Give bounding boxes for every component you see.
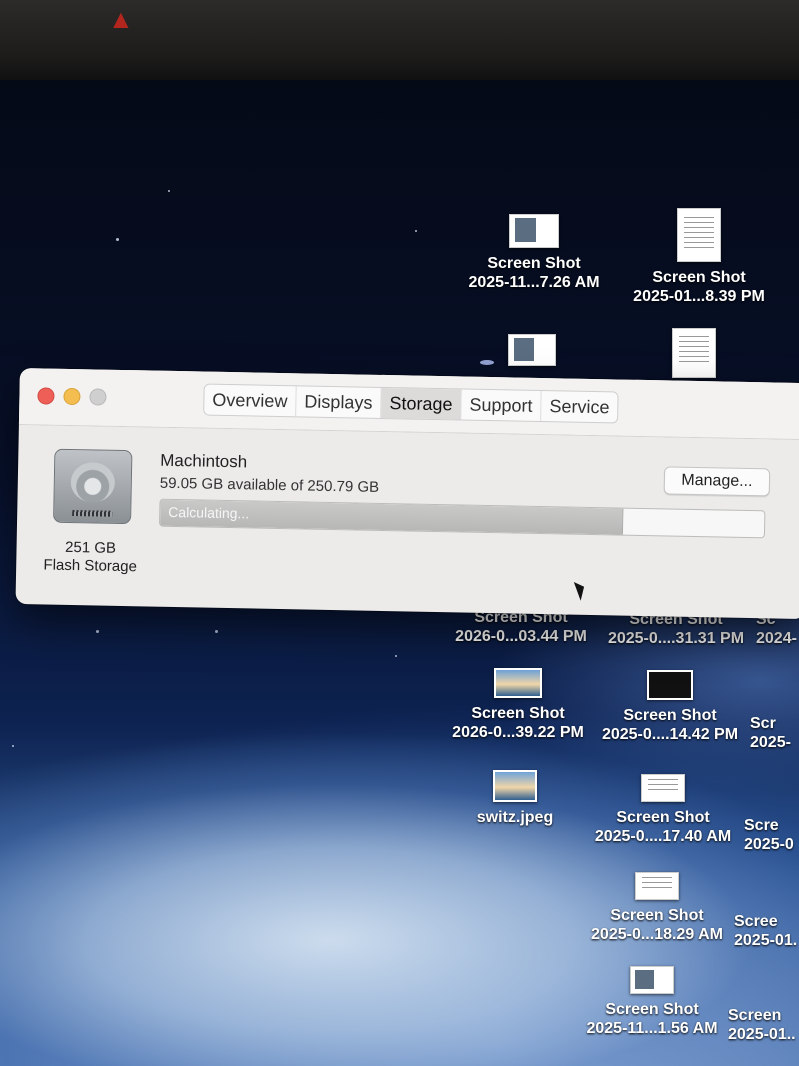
- icon-date: 2026-0...03.44 PM: [455, 628, 587, 645]
- star: [215, 630, 218, 633]
- monitor-bezel: ▲: [0, 0, 799, 80]
- icon-date: 2026-0...39.22 PM: [452, 724, 584, 741]
- screenshot-thumbnail-icon: [509, 214, 559, 248]
- storage-usage-bar: Calculating...: [158, 498, 766, 539]
- desktop-icon-screenshot[interactable]: Screen Shot 2025-11...7.26 AM: [458, 214, 610, 292]
- volume-availability: 59.05 GB available of 250.79 GB: [159, 474, 380, 496]
- icon-label: Screen Shot: [487, 255, 581, 272]
- icon-label: Screen Shot: [623, 707, 717, 724]
- screenshot-thumbnail-icon: [494, 668, 542, 698]
- icon-date: 2025-01...8.39 PM: [633, 288, 765, 305]
- icon-label: Scree: [734, 913, 778, 930]
- watermark-logo-icon: ▲: [108, 4, 134, 34]
- calculating-label: Calculating...: [168, 503, 250, 522]
- disk-capacity: 251 GB: [64, 538, 117, 557]
- icon-label: switz.jpeg: [476, 809, 554, 826]
- desktop-icon-cropped[interactable]: Scr 2025-: [750, 714, 799, 752]
- screenshot-thumbnail-icon: [641, 774, 685, 802]
- star: [168, 190, 170, 192]
- desktop-icon-screenshot[interactable]: Screen Shot 2025-0....14.42 PM: [596, 670, 744, 744]
- icon-date: 2024-: [756, 630, 797, 647]
- icon-date: 2025-0...18.29 AM: [591, 926, 723, 943]
- tab-support[interactable]: Support: [461, 389, 542, 422]
- tab-bar: Overview Displays Storage Support Servic…: [203, 383, 619, 424]
- screenshot-thumbnail-icon: [508, 334, 556, 366]
- desktop-icon-image-file[interactable]: switz.jpeg: [470, 770, 560, 827]
- icon-label: Screen: [728, 1007, 782, 1024]
- desktop-icon-screenshot[interactable]: Screen Shot 2025-0....17.40 AM: [590, 774, 736, 846]
- icon-label: Screen Shot: [616, 809, 710, 826]
- star: [12, 745, 14, 747]
- screenshot-thumbnail-icon: [672, 328, 716, 378]
- screenshot-thumbnail-icon: [677, 208, 721, 262]
- icon-label: Screen Shot: [605, 1001, 699, 1018]
- icon-label: Screen Shot: [652, 269, 746, 286]
- tab-displays[interactable]: Displays: [296, 386, 382, 418]
- star: [395, 655, 397, 657]
- star: [415, 230, 417, 232]
- about-this-mac-window: Overview Displays Storage Support Servic…: [15, 368, 799, 620]
- icon-date: 2025-01.: [734, 932, 798, 949]
- desktop-icon-cropped[interactable]: Screen 2025-01..: [728, 1006, 799, 1044]
- zoom-button[interactable]: [89, 388, 107, 406]
- icon-label: Screen Shot: [471, 705, 565, 722]
- manage-button[interactable]: Manage...: [663, 466, 771, 497]
- icon-label: Screen Shot: [610, 907, 704, 924]
- icon-date: 2025-0....17.40 AM: [594, 828, 732, 845]
- hard-drive-icon: [53, 448, 133, 525]
- tab-overview[interactable]: Overview: [204, 384, 297, 417]
- minimize-button[interactable]: [63, 387, 81, 406]
- disk-type: Flash Storage: [43, 556, 138, 576]
- star: [480, 360, 494, 365]
- tab-service[interactable]: Service: [541, 391, 618, 422]
- desktop-icon-screenshot[interactable]: Screen Shot 2025-01...8.39 PM: [622, 208, 776, 306]
- icon-date: 2025-11...1.56 AM: [586, 1020, 718, 1037]
- volume-name: Machintosh: [160, 450, 248, 472]
- desktop-icon-screenshot[interactable]: Screen Shot 2025-0...18.29 AM: [584, 872, 730, 944]
- desktop-icon-screenshot[interactable]: Screen Shot 2025-11...1.56 AM: [580, 966, 724, 1038]
- screenshot-thumbnail-icon: [635, 872, 679, 900]
- icon-date: 2025-0....14.42 PM: [601, 726, 739, 743]
- icon-date: 2025-01..: [728, 1026, 796, 1043]
- image-thumbnail-icon: [493, 770, 537, 802]
- star: [116, 238, 119, 241]
- desktop-icon-cropped[interactable]: Scree 2025-01.: [734, 912, 799, 950]
- screenshot-thumbnail-icon: [630, 966, 674, 994]
- desktop-icon-thumbnail-partial[interactable]: [670, 328, 718, 384]
- icon-date: 2025-0: [744, 836, 794, 853]
- close-button[interactable]: [37, 387, 55, 405]
- icon-date: 2025-0....31.31 PM: [607, 630, 745, 647]
- icon-date: 2025-: [750, 734, 791, 751]
- desktop-icon-thumbnail-partial[interactable]: [508, 334, 556, 372]
- tab-storage[interactable]: Storage: [381, 387, 462, 420]
- screenshot-thumbnail-icon: [647, 670, 693, 700]
- star: [96, 630, 99, 633]
- icon-label: Scr: [750, 715, 776, 732]
- icon-label: Scre: [744, 817, 779, 834]
- desktop-icon-cropped[interactable]: Scre 2025-0: [744, 816, 799, 854]
- desktop-icon-screenshot[interactable]: Screen Shot 2026-0...39.22 PM: [444, 668, 592, 742]
- icon-date: 2025-11...7.26 AM: [468, 274, 600, 291]
